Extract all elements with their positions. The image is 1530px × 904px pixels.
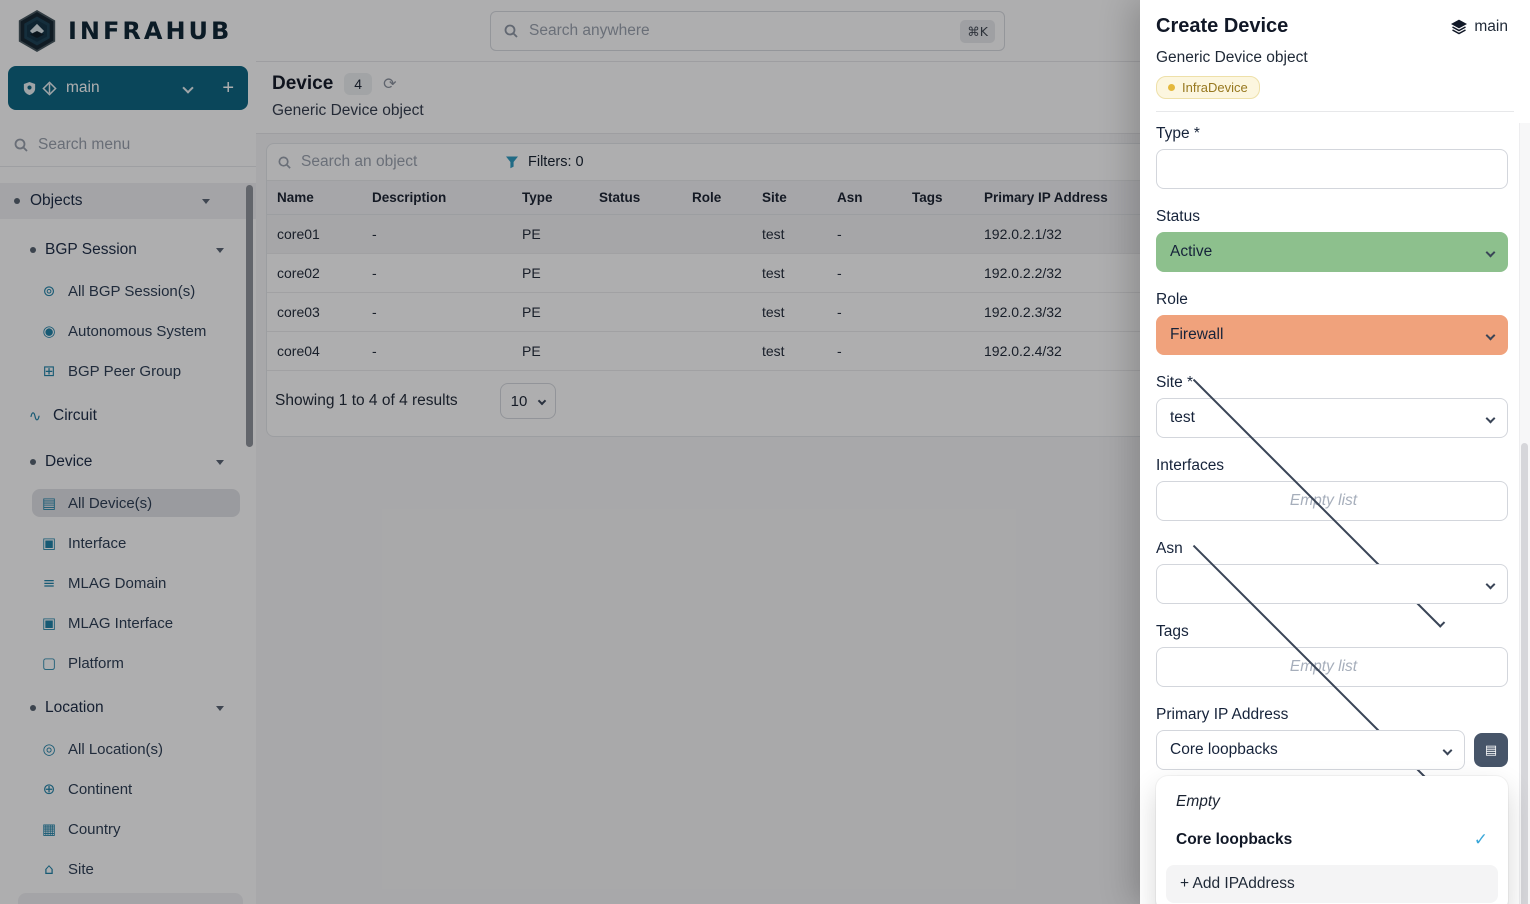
drawer-scrollbar-thumb[interactable] (1521, 443, 1528, 904)
field-label: Primary IP Address (1156, 706, 1508, 724)
chevron-down-icon (1486, 579, 1496, 589)
chevron-down-icon (1443, 745, 1453, 755)
chevron-down-icon (1486, 413, 1496, 423)
drawer-subtitle: Generic Device object (1156, 49, 1514, 67)
drawer-branch-indicator: main (1451, 18, 1508, 36)
primary-ip-dropdown: Empty Core loopbacks ✓ + Add IPAddress (1156, 776, 1508, 904)
badge-dot-icon (1168, 84, 1175, 91)
role-select[interactable]: Firewall (1156, 315, 1508, 355)
role-value: Firewall (1170, 326, 1223, 344)
kind-badge-label: InfraDevice (1182, 80, 1248, 95)
create-device-drawer: Create Device main Generic Device object… (1140, 0, 1530, 904)
check-icon: ✓ (1474, 830, 1488, 850)
status-value: Active (1170, 243, 1212, 261)
dropdown-option-core-loopbacks[interactable]: Core loopbacks ✓ (1162, 821, 1502, 859)
status-select[interactable]: Active (1156, 232, 1508, 272)
field-status: Status Active (1156, 208, 1508, 272)
field-primary-ip: Primary IP Address Core loopbacks ▤ (1156, 706, 1508, 770)
primary-ip-value: Core loopbacks (1170, 741, 1278, 759)
site-select[interactable]: test (1156, 398, 1508, 438)
primary-ip-select[interactable]: Core loopbacks (1156, 730, 1465, 770)
field-label: Status (1156, 208, 1508, 226)
dropdown-option-empty[interactable]: Empty (1162, 783, 1502, 821)
field-role: Role Firewall (1156, 291, 1508, 355)
site-value: test (1170, 409, 1195, 427)
drawer-title: Create Device (1156, 15, 1288, 38)
field-label: Type * (1156, 125, 1508, 143)
interfaces-select[interactable]: Empty list (1156, 481, 1508, 521)
field-label: Interfaces (1156, 457, 1508, 475)
tags-select[interactable]: Empty list (1156, 647, 1508, 687)
field-type: Type * (1156, 125, 1508, 189)
field-interfaces: Interfaces Empty list (1156, 457, 1508, 521)
chevron-down-icon (1486, 247, 1496, 257)
layers-icon (1451, 19, 1467, 35)
type-input[interactable] (1156, 149, 1508, 189)
dropdown-option-label: Core loopbacks (1176, 831, 1292, 849)
drawer-scrollbar-track[interactable] (1519, 123, 1530, 904)
asn-select[interactable] (1156, 564, 1508, 604)
chevron-down-icon (1486, 330, 1496, 340)
drawer-header: Create Device main Generic Device object… (1140, 0, 1530, 112)
field-label: Role (1156, 291, 1508, 309)
kind-badge: InfraDevice (1156, 76, 1260, 99)
field-asn: Asn (1156, 540, 1508, 604)
drawer-branch-label: main (1474, 18, 1508, 36)
field-tags: Tags Empty list (1156, 623, 1508, 687)
ip-pool-button[interactable]: ▤ (1474, 733, 1508, 767)
add-ipaddress-button[interactable]: + Add IPAddress (1166, 865, 1498, 903)
drawer-form: Type * Status Active Role Firewall Site … (1140, 112, 1530, 904)
field-site: Site * test (1156, 374, 1508, 438)
field-label: Tags (1156, 623, 1508, 641)
list-icon: ▤ (1485, 743, 1497, 758)
